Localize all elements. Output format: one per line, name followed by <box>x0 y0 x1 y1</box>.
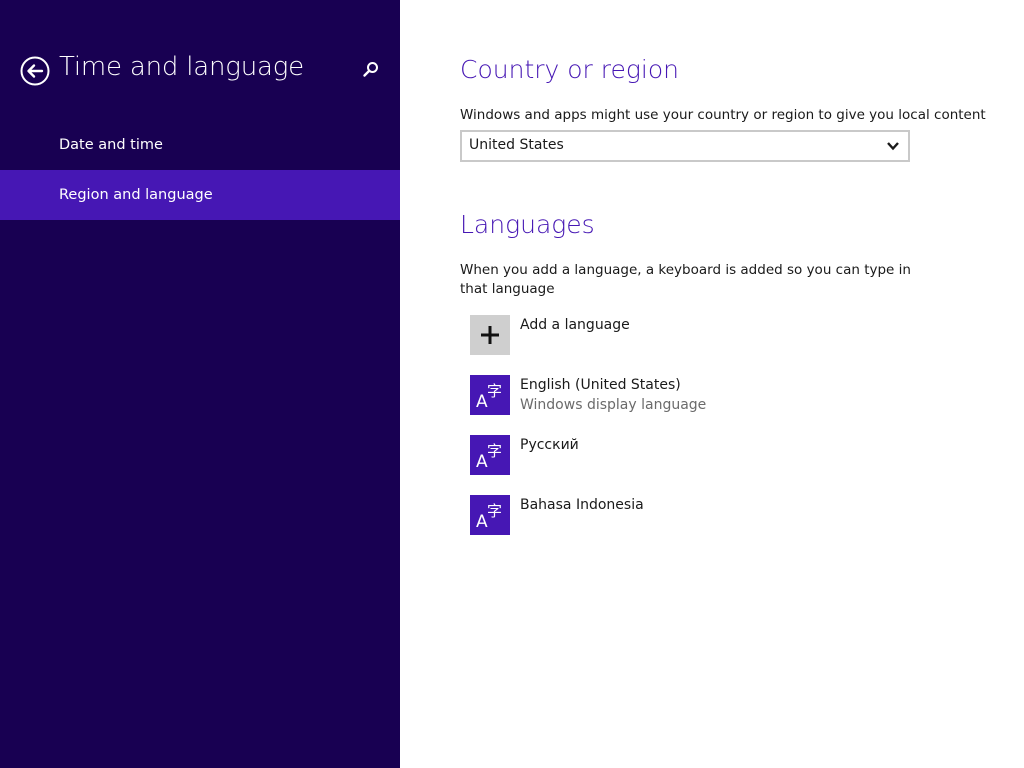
language-tile: A 字 <box>470 495 510 535</box>
page-title: Time and language <box>59 52 304 82</box>
add-language-label: Add a language <box>520 317 630 333</box>
add-language-tile <box>470 315 510 355</box>
sidebar: Time and language Date and time Region a… <box>0 0 400 768</box>
country-section-title: Country or region <box>460 55 679 84</box>
sidebar-nav: Date and time Region and language <box>0 120 400 220</box>
language-name: English (United States) <box>520 377 681 393</box>
country-dropdown[interactable]: United States <box>460 130 910 162</box>
sidebar-item-region-and-language[interactable]: Region and language <box>0 170 400 220</box>
sidebar-item-label: Region and language <box>59 187 213 203</box>
sidebar-item-label: Date and time <box>59 137 163 153</box>
search-icon <box>363 62 378 77</box>
sidebar-item-date-and-time[interactable]: Date and time <box>0 120 400 170</box>
settings-window: Time and language Date and time Region a… <box>0 0 1024 768</box>
language-subtitle: Windows display language <box>520 397 707 413</box>
chevron-down-icon <box>887 142 899 151</box>
languages-section-title: Languages <box>460 210 595 239</box>
plus-icon <box>481 326 499 344</box>
language-glyph-icon: A 字 <box>476 502 502 532</box>
language-name: Русский <box>520 437 579 453</box>
country-description: Windows and apps might use your country … <box>460 107 986 123</box>
languages-description: When you add a language, a keyboard is a… <box>460 262 911 297</box>
back-arrow-icon <box>20 56 50 86</box>
language-tile: A 字 <box>470 375 510 415</box>
language-name: Bahasa Indonesia <box>520 497 644 513</box>
back-button[interactable] <box>20 56 50 86</box>
svg-text:字: 字 <box>487 382 502 400</box>
svg-text:字: 字 <box>487 502 502 520</box>
language-item-bahasa-indonesia[interactable]: A 字 Bahasa Indonesia <box>470 495 870 535</box>
language-glyph-icon: A 字 <box>476 442 502 472</box>
language-tile: A 字 <box>470 435 510 475</box>
language-glyph-icon: A 字 <box>476 382 502 412</box>
country-dropdown-value: United States <box>469 137 564 153</box>
language-item-russian[interactable]: A 字 Русский <box>470 435 870 475</box>
add-language-button[interactable]: Add a language <box>470 315 870 355</box>
search-button[interactable] <box>361 60 381 80</box>
language-item-english[interactable]: A 字 English (United States) Windows disp… <box>470 375 870 415</box>
svg-text:字: 字 <box>487 442 502 460</box>
